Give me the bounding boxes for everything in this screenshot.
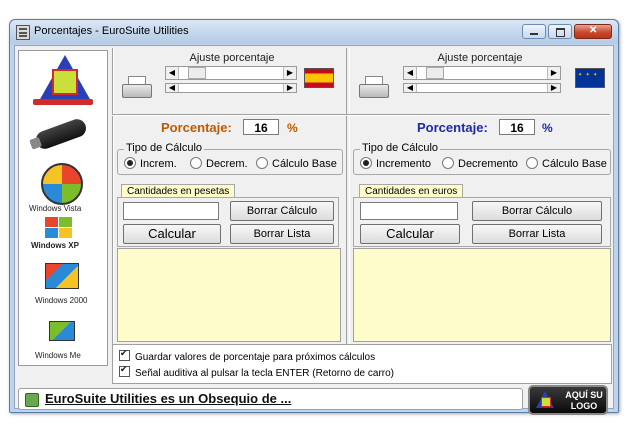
scroll-left-icon[interactable]: ◀ bbox=[404, 67, 417, 79]
euros-results-list[interactable] bbox=[353, 248, 611, 342]
euros-calc-type-group: Tipo de Cálculo Incremento Decremento Cá… bbox=[353, 142, 611, 175]
slider-thumb[interactable] bbox=[188, 67, 206, 79]
os-logo-column: Windows Vista Windows XP Windows 2000 Wi… bbox=[18, 50, 108, 366]
euros-percent-slider[interactable]: ◀ ▶ bbox=[403, 66, 561, 80]
print-pesetas-button[interactable] bbox=[122, 76, 152, 100]
os-label-xp: Windows XP bbox=[31, 241, 79, 250]
usb-drive-icon bbox=[33, 116, 89, 152]
windows-me-logo-icon bbox=[41, 321, 81, 349]
pesetas-percent-label: Porcentaje: bbox=[161, 120, 232, 135]
spain-flag-icon bbox=[304, 68, 334, 88]
save-percent-checkbox[interactable]: Guardar valores de porcentaje para próxi… bbox=[119, 348, 375, 363]
pesetas-radio-calculo-base[interactable]: Cálculo Base bbox=[256, 157, 337, 170]
pesetas-results-list[interactable] bbox=[117, 248, 341, 342]
sponsor-link[interactable]: EuroSuite Utilities es un Obsequio de ..… bbox=[45, 391, 291, 406]
euros-radio-calculo-base[interactable]: Cálculo Base bbox=[526, 157, 607, 170]
column-divider bbox=[112, 48, 114, 344]
pesetas-radio-increm[interactable]: Increm. bbox=[124, 157, 177, 170]
euros-radio-decremento[interactable]: Decremento bbox=[442, 157, 518, 170]
pesetas-amount-input[interactable] bbox=[123, 202, 219, 220]
euros-percent-label: Porcentaje: bbox=[417, 120, 488, 135]
print-euros-button[interactable] bbox=[359, 76, 389, 100]
windows-2000-logo-icon bbox=[37, 263, 85, 293]
maximize-button[interactable] bbox=[548, 24, 572, 39]
title-bar[interactable]: Porcentajes - EuroSuite Utilities bbox=[10, 20, 618, 44]
scroll-right-icon[interactable]: ▶ bbox=[547, 84, 560, 92]
euros-amount-panel: Borrar Cálculo Calcular Borrar Lista bbox=[353, 197, 611, 247]
euros-radio-incremento[interactable]: Incremento bbox=[360, 157, 431, 170]
pesetas-radio-decrem[interactable]: Decrem. bbox=[190, 157, 248, 170]
eu-flag-icon bbox=[575, 68, 605, 88]
scroll-right-icon[interactable]: ▶ bbox=[547, 67, 560, 79]
euros-fine-slider[interactable]: ◀ ▶ bbox=[403, 83, 561, 93]
logo-button-text: AQUÍ SU LOGO bbox=[565, 390, 603, 411]
os-label-vista: Windows Vista bbox=[29, 204, 82, 213]
windows-xp-logo-icon bbox=[45, 217, 73, 239]
euros-borrar-calculo-button[interactable]: Borrar Cálculo bbox=[472, 201, 602, 221]
pesetas-amount-panel: Borrar Cálculo Calcular Borrar Lista bbox=[117, 197, 339, 247]
eurosuite-logo-square bbox=[52, 69, 78, 95]
logo-square-icon bbox=[541, 397, 551, 407]
euros-percent-input[interactable]: 16 bbox=[499, 119, 535, 135]
os-label-me: Windows Me bbox=[35, 351, 81, 360]
euros-amount-input[interactable] bbox=[360, 202, 458, 220]
windows-vista-logo-icon bbox=[41, 163, 83, 205]
euros-percent-sign: % bbox=[542, 121, 553, 135]
eurosuite-logo-base bbox=[33, 99, 93, 105]
slider-thumb[interactable] bbox=[426, 67, 444, 79]
pesetas-percent-sign: % bbox=[287, 121, 298, 135]
header-divider bbox=[112, 114, 610, 116]
custom-logo-button[interactable]: AQUÍ SU LOGO bbox=[528, 385, 608, 415]
client-area: Windows Vista Windows XP Windows 2000 Wi… bbox=[14, 45, 614, 415]
scroll-right-icon[interactable]: ▶ bbox=[283, 84, 296, 92]
pesetas-slider-label: Ajuste porcentaje bbox=[189, 52, 275, 64]
euros-calc-type-title: Tipo de Cálculo bbox=[360, 142, 441, 154]
pesetas-calc-type-title: Tipo de Cálculo bbox=[124, 142, 205, 154]
status-bar: EuroSuite Utilities es un Obsequio de ..… bbox=[18, 388, 523, 410]
link-icon bbox=[25, 393, 39, 407]
os-label-2000: Windows 2000 bbox=[35, 296, 88, 305]
calculator-icon bbox=[16, 25, 30, 40]
scroll-left-icon[interactable]: ◀ bbox=[404, 84, 417, 92]
app-window: Porcentajes - EuroSuite Utilities Window… bbox=[9, 19, 619, 415]
enter-beep-checkbox[interactable]: Señal auditiva al pulsar la tecla ENTER … bbox=[119, 364, 394, 379]
minimize-button[interactable] bbox=[522, 24, 546, 39]
pesetas-fine-slider[interactable]: ◀ ▶ bbox=[165, 83, 297, 93]
pesetas-percent-slider[interactable]: ◀ ▶ bbox=[165, 66, 297, 80]
euros-calcular-button[interactable]: Calcular bbox=[360, 224, 460, 244]
options-panel: Guardar valores de porcentaje para próxi… bbox=[112, 344, 612, 384]
scroll-left-icon[interactable]: ◀ bbox=[166, 67, 179, 79]
window-title: Porcentajes - EuroSuite Utilities bbox=[34, 25, 189, 37]
pesetas-calcular-button[interactable]: Calcular bbox=[123, 224, 221, 244]
panel-divider bbox=[346, 48, 350, 344]
euros-borrar-lista-button[interactable]: Borrar Lista bbox=[472, 224, 602, 244]
scroll-left-icon[interactable]: ◀ bbox=[166, 84, 179, 92]
euros-slider-label: Ajuste porcentaje bbox=[437, 52, 523, 64]
close-button[interactable] bbox=[574, 24, 612, 39]
pesetas-borrar-calculo-button[interactable]: Borrar Cálculo bbox=[230, 201, 334, 221]
pesetas-calc-type-group: Tipo de Cálculo Increm. Decrem. Cálculo … bbox=[117, 142, 343, 175]
pesetas-percent-input[interactable]: 16 bbox=[243, 119, 279, 135]
pesetas-borrar-lista-button[interactable]: Borrar Lista bbox=[230, 224, 334, 244]
scroll-right-icon[interactable]: ▶ bbox=[283, 67, 296, 79]
